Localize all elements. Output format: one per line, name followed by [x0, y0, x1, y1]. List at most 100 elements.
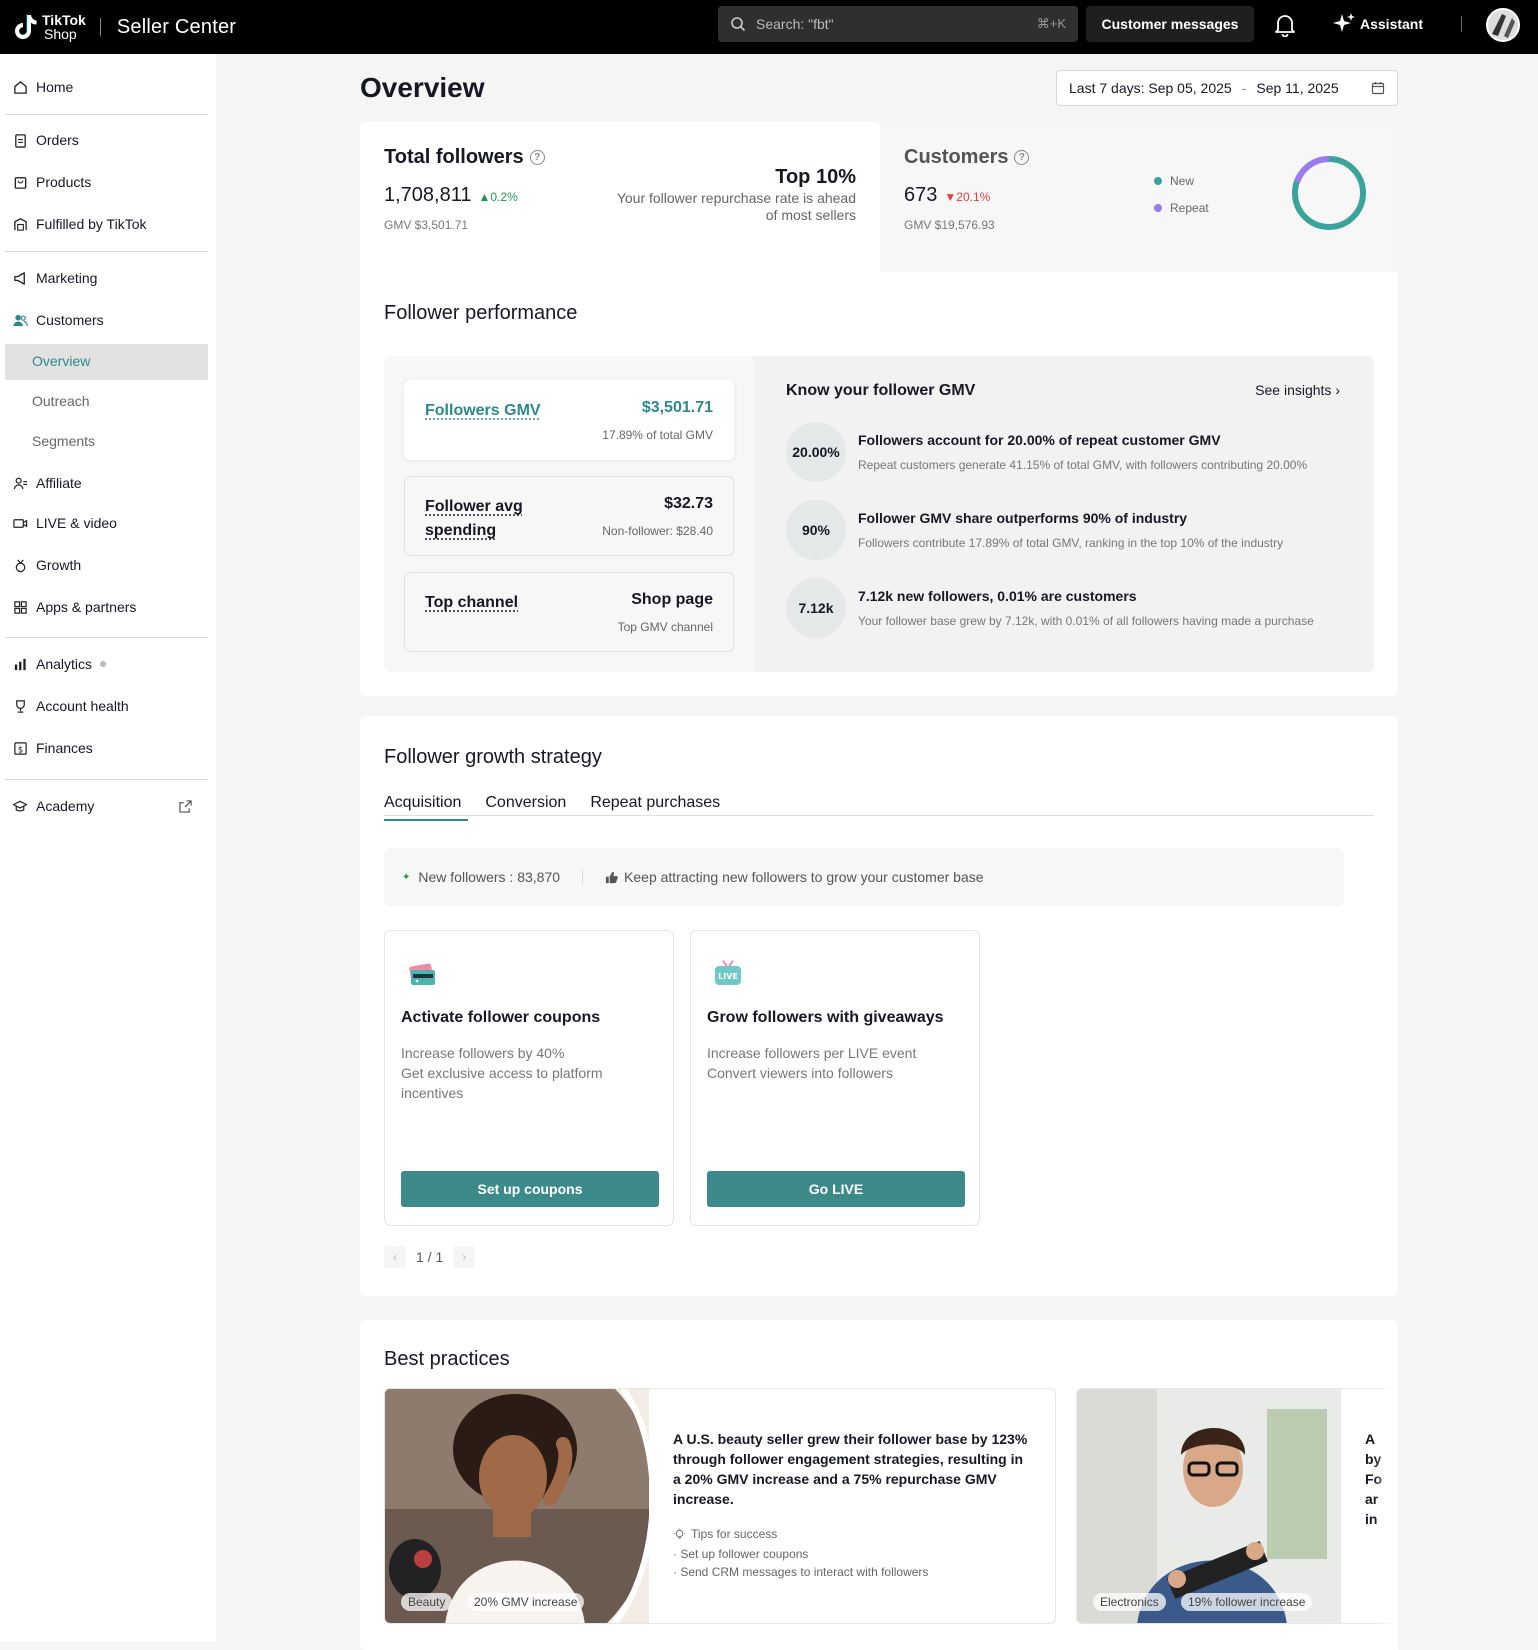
sidebar-label: Apps & partners — [36, 599, 137, 615]
beauty-seller-photo: Beauty 20% GMV increase — [385, 1389, 649, 1623]
set-up-coupons-button[interactable]: Set up coupons — [401, 1171, 659, 1207]
avatar[interactable] — [1486, 8, 1520, 42]
sidebar-item-analytics[interactable]: Analytics — [12, 653, 107, 675]
live-tv-icon: LIVE — [715, 960, 741, 985]
tab-conversion[interactable]: Conversion — [485, 794, 566, 820]
search-icon — [731, 17, 746, 32]
sparkle-icon: ✦ — [402, 871, 411, 883]
customers-title: Customers ? — [904, 146, 1030, 169]
sidebar-item-orders[interactable]: Orders — [12, 129, 79, 151]
metric-value: $32.73 — [664, 495, 713, 512]
customers-card[interactable]: Customers ? 673 ▼20.1% GMV $19,576.93 Ne… — [880, 122, 1398, 272]
case-study-text: A U.S. beauty seller grew their follower… — [673, 1431, 1028, 1507]
tiktok-logo-icon — [15, 14, 37, 39]
best-practices-title: Best practices — [384, 1348, 510, 1370]
electronics-photo-illustration — [1077, 1389, 1341, 1623]
sidebar-label: Affiliate — [36, 475, 82, 491]
assistant-button[interactable]: Assistant — [1332, 12, 1423, 36]
sidebar-label: Academy — [36, 798, 95, 814]
date-start: Last 7 days: Sep 05, 2025 — [1069, 80, 1232, 96]
see-insights-link[interactable]: See insights › — [1255, 382, 1340, 398]
metric-top-channel[interactable]: Top channel Shop page Top GMV channel — [404, 572, 734, 652]
chevron-right-icon: › — [1335, 382, 1340, 398]
total-followers-card[interactable]: Total followers ? 1,708,811 ▲0.2% GMV $3… — [360, 122, 880, 272]
follower-growth-strategy-card: Follower growth strategy Acquisition Con… — [360, 716, 1398, 1296]
beauty-photo-illustration — [385, 1389, 649, 1623]
sidebar-item-fbt[interactable]: Fulfilled by TikTok — [12, 213, 146, 235]
insights-panel: Know your follower GMV See insights › 20… — [754, 356, 1374, 672]
calendar-icon — [1371, 82, 1385, 95]
legend-new: New — [1154, 174, 1209, 188]
avatar-image — [1488, 10, 1518, 40]
sidebar-label: Home — [36, 79, 74, 95]
strategy-pager: ‹ 1 / 1 › — [384, 1246, 476, 1268]
sidebar-label: Account health — [36, 698, 129, 714]
megaphone-icon — [12, 270, 28, 286]
electronics-seller-photo: Electronics 19% follower increase — [1077, 1389, 1341, 1623]
search-input[interactable]: Search: "fbt" ⌘+K — [718, 6, 1078, 42]
go-live-button[interactable]: Go LIVE — [707, 1171, 965, 1207]
customers-value: 673 ▼20.1% — [904, 184, 991, 206]
insight-title: 7.12k new followers, 0.01% are customers — [858, 588, 1137, 604]
help-icon[interactable]: ? — [1014, 150, 1030, 165]
chevron-left-icon[interactable]: ‹ — [384, 1246, 406, 1268]
sidebar-item-apps[interactable]: Apps & partners — [12, 596, 136, 618]
tiktok-shop-logo[interactable]: TikTok Shop — [10, 12, 86, 42]
sidebar-item-affiliate[interactable]: Affiliate — [12, 472, 82, 494]
strategy-description: Increase followers by 40% Get exclusive … — [401, 1045, 603, 1101]
affiliate-icon — [12, 475, 28, 491]
insight-title: Followers account for 20.00% of repeat c… — [858, 432, 1221, 448]
sidebar-item-growth[interactable]: Growth — [12, 554, 81, 576]
coupon-icon — [409, 963, 435, 985]
active-tab-indicator — [384, 819, 468, 821]
new-followers-stat: New followers : 83,870 — [418, 869, 561, 885]
sidebar: Home Orders Products Fulfilled by TikTok… — [0, 54, 216, 1642]
tab-repeat-purchases[interactable]: Repeat purchases — [590, 794, 720, 820]
insight-badge: 7.12k — [786, 578, 846, 638]
followers-delta: ▲0.2% — [478, 190, 518, 204]
metric-follower-avg-spending[interactable]: Follower avg spending $32.73 Non-followe… — [404, 476, 734, 556]
bag-icon — [12, 174, 28, 190]
sidebar-divider — [5, 251, 208, 252]
best-practice-item[interactable]: Electronics 19% follower increase A by F… — [1076, 1388, 1398, 1624]
sidebar-divider — [5, 637, 208, 638]
best-practices-card: Best practices Beauty 20% GMV increase A… — [360, 1320, 1398, 1650]
sidebar-item-customers[interactable]: Customers — [12, 309, 104, 331]
sidebar-item-segments[interactable]: Segments — [32, 433, 95, 449]
sidebar-label: Orders — [36, 132, 79, 148]
sidebar-item-products[interactable]: Products — [12, 171, 91, 193]
insight-badge: 90% — [786, 500, 846, 560]
customer-messages-button[interactable]: Customer messages — [1086, 6, 1254, 42]
sidebar-label: Customers — [36, 312, 104, 328]
clipboard-icon — [12, 132, 28, 148]
top-percentile-callout: Top 10% Your follower repurchase rate is… — [616, 166, 856, 223]
total-followers-title: Total followers ? — [384, 146, 545, 169]
metric-followers-gmv[interactable]: Followers GMV $3,501.71 17.89% of total … — [404, 380, 734, 460]
follower-performance-title: Follower performance — [384, 302, 578, 324]
help-icon[interactable]: ? — [529, 150, 545, 165]
chevron-right-icon[interactable]: › — [453, 1246, 476, 1268]
bell-icon[interactable] — [1274, 13, 1296, 37]
video-icon — [12, 515, 28, 531]
sidebar-item-home[interactable]: Home — [12, 76, 73, 98]
sidebar-item-overview[interactable]: Overview — [32, 353, 90, 369]
insight-title: Follower GMV share outperforms 90% of in… — [858, 510, 1188, 526]
sidebar-item-live-video[interactable]: LIVE & video — [12, 512, 117, 534]
sidebar-item-outreach[interactable]: Outreach — [32, 393, 90, 409]
sidebar-item-academy[interactable]: Academy — [12, 795, 192, 817]
follower-performance-card: Follower performance Followers GMV $3,50… — [360, 272, 1398, 696]
sidebar-item-marketing[interactable]: Marketing — [12, 267, 97, 289]
tab-acquisition[interactable]: Acquisition — [384, 794, 461, 820]
sidebar-item-finances[interactable]: $ Finances — [12, 737, 93, 759]
best-practice-item[interactable]: Beauty 20% GMV increase A U.S. beauty se… — [384, 1388, 1056, 1624]
insight-item: 7.12k 7.12k new followers, 0.01% are cus… — [786, 578, 1346, 640]
result-tag: 19% follower increase — [1181, 1593, 1313, 1611]
sidebar-item-account-health[interactable]: Account health — [12, 695, 129, 717]
strategy-title: Grow followers with giveaways — [707, 1009, 944, 1026]
date-range-picker[interactable]: Last 7 days: Sep 05, 2025 - Sep 11, 2025 — [1056, 70, 1398, 106]
strategy-description: Increase followers per LIVE event Conver… — [707, 1045, 917, 1081]
banner-divider — [582, 869, 584, 885]
top-bar: TikTok Shop Seller Center Search: "fbt" … — [0, 0, 1538, 54]
strategy-card-giveaways: LIVE Grow followers with giveaways Incre… — [690, 930, 980, 1226]
topbar-divider — [1461, 16, 1462, 32]
